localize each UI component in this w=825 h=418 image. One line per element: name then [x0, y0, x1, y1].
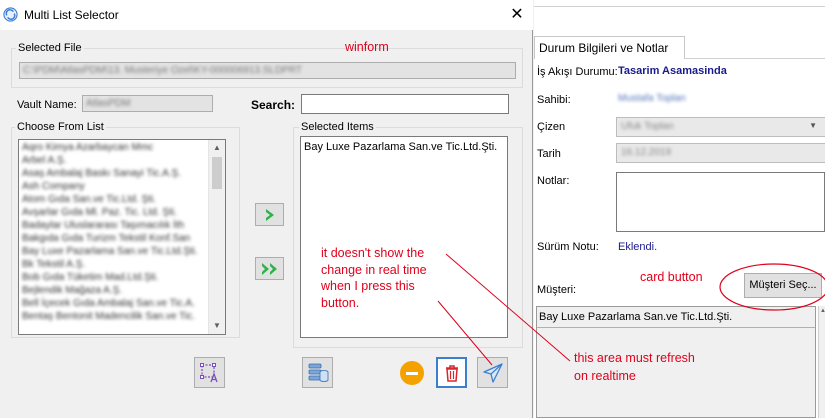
- annotation-overlay: [437, 253, 825, 366]
- annotation-ellipse: [719, 263, 825, 311]
- annotation-line: [437, 300, 493, 366]
- annotation-line: [445, 253, 571, 362]
